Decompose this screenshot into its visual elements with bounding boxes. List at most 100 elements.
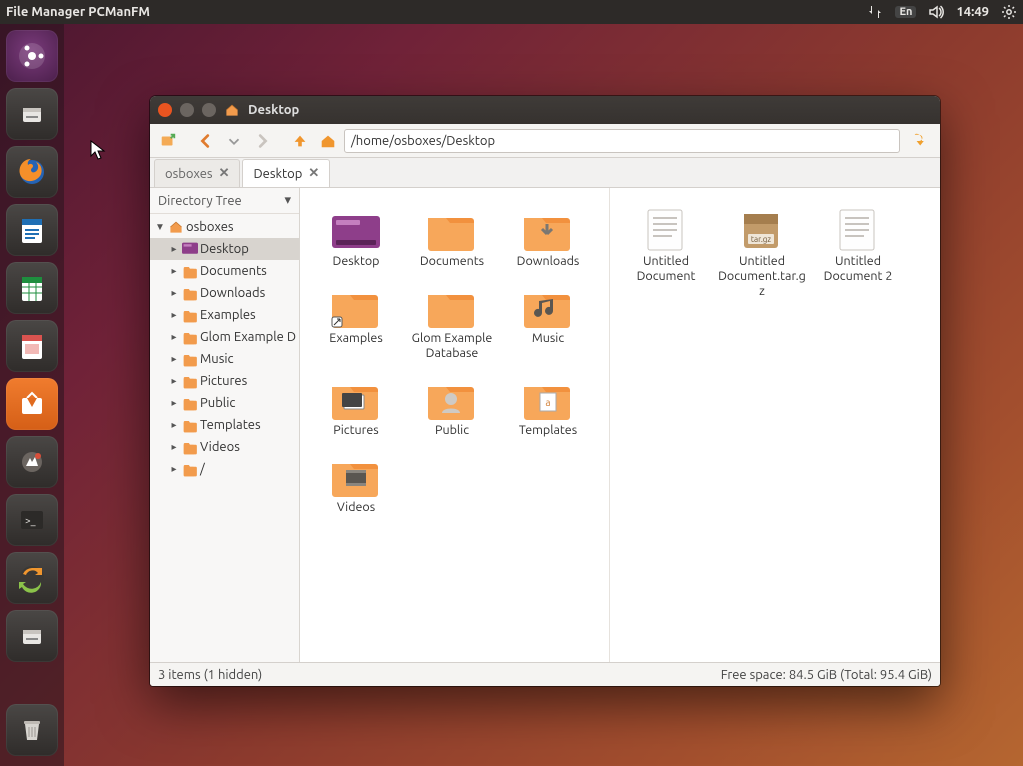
templates-icon: a: [520, 373, 576, 421]
file-item-label: Public: [435, 423, 469, 438]
file-item-videos[interactable]: Videos: [310, 446, 402, 519]
public-icon: [424, 373, 480, 421]
tree-node-music[interactable]: ▸Music: [150, 348, 299, 370]
file-item-label: Music: [532, 331, 564, 346]
tab-osboxes[interactable]: osboxes✕: [154, 159, 240, 187]
file-item-label: Templates: [519, 423, 577, 438]
file-item-music[interactable]: Music: [502, 277, 594, 365]
indicator-area: En 14:49: [867, 4, 1017, 20]
file-item-label: Pictures: [333, 423, 378, 438]
tab-bar: osboxes✕ Desktop ✕: [150, 158, 940, 188]
text-icon: [638, 204, 694, 252]
file-view: Desktop Documents Downloads Examples Glom Ex…: [300, 188, 940, 662]
file-item-glom-example-database[interactable]: Glom Example Database: [406, 277, 498, 365]
status-selection: 3 items (1 hidden): [158, 668, 262, 682]
file-item-label: Examples: [329, 331, 383, 346]
nav-forward-button[interactable]: [250, 129, 274, 153]
file-item-label: Downloads: [517, 254, 580, 269]
file-item-templates[interactable]: a Templates: [502, 369, 594, 442]
close-icon[interactable]: ✕: [219, 166, 230, 181]
file-item-public[interactable]: Public: [406, 369, 498, 442]
downloads-icon: [520, 204, 576, 252]
launcher-files[interactable]: [6, 88, 58, 140]
status-bar: 3 items (1 hidden) Free space: 84.5 GiB …: [150, 662, 940, 686]
tree-node--[interactable]: ▸/: [150, 458, 299, 480]
window-minimize-button[interactable]: [180, 103, 194, 117]
launcher-firefox[interactable]: [6, 146, 58, 198]
videos-icon: [328, 450, 384, 498]
launcher-settings[interactable]: [6, 436, 58, 488]
launcher-software[interactable]: [6, 378, 58, 430]
launcher-impress[interactable]: [6, 320, 58, 372]
launcher-writer[interactable]: [6, 204, 58, 256]
folder-icon: [424, 204, 480, 252]
clock[interactable]: 14:49: [956, 5, 989, 19]
tree-node-examples[interactable]: ▸Examples: [150, 304, 299, 326]
directory-tree: ▼osboxes▸Desktop▸Documents▸Downloads▸Exa…: [150, 214, 299, 662]
archive-icon: [734, 204, 790, 252]
mouse-cursor: [90, 140, 106, 162]
gear-icon[interactable]: [1001, 4, 1017, 20]
launcher-terminal[interactable]: >_: [6, 494, 58, 546]
file-panel-desktop[interactable]: Untitled Document Untitled Document.tar.g…: [610, 188, 940, 662]
file-item-desktop[interactable]: Desktop: [310, 200, 402, 273]
pictures-icon: [328, 373, 384, 421]
new-tab-button[interactable]: [156, 129, 180, 153]
window-maximize-button[interactable]: [202, 103, 216, 117]
sound-icon[interactable]: [928, 4, 944, 20]
nav-home-button[interactable]: [316, 129, 340, 153]
path-input[interactable]: /home/osboxes/Desktop: [344, 129, 900, 153]
file-item-label: Videos: [337, 500, 375, 515]
file-item-untitled-document-2[interactable]: Untitled Document 2: [812, 200, 904, 303]
tree-node-glom-example-d[interactable]: ▸Glom Example D: [150, 326, 299, 348]
file-panel-home[interactable]: Desktop Documents Downloads Examples Glom Ex…: [300, 188, 610, 662]
launcher-trash[interactable]: [6, 704, 58, 756]
launcher: >_: [0, 24, 64, 766]
window-close-button[interactable]: [158, 103, 172, 117]
launcher-dash[interactable]: [6, 30, 58, 82]
file-item-untitled-document-tar-gz[interactable]: Untitled Document.tar.gz: [716, 200, 808, 303]
file-item-pictures[interactable]: Pictures: [310, 369, 402, 442]
tree-node-downloads[interactable]: ▸Downloads: [150, 282, 299, 304]
file-item-documents[interactable]: Documents: [406, 200, 498, 273]
svg-text:a: a: [545, 397, 550, 408]
tree-node-public[interactable]: ▸Public: [150, 392, 299, 414]
desktop-icon: [328, 204, 384, 252]
tree-node-osboxes[interactable]: ▼osboxes: [150, 216, 299, 238]
file-item-examples[interactable]: Examples: [310, 277, 402, 365]
svg-text:>_: >_: [25, 515, 36, 526]
window-titlebar[interactable]: Desktop: [150, 96, 940, 124]
launcher-calc[interactable]: [6, 262, 58, 314]
network-icon[interactable]: [867, 4, 883, 20]
tree-node-pictures[interactable]: ▸Pictures: [150, 370, 299, 392]
launcher-updater[interactable]: [6, 552, 58, 604]
file-item-label: Desktop: [333, 254, 380, 269]
keyboard-layout-indicator[interactable]: En: [895, 6, 916, 18]
file-item-label: Untitled Document 2: [814, 254, 902, 284]
folder-icon: [424, 281, 480, 329]
sidebar-mode-selector[interactable]: Directory Tree ▾: [150, 188, 299, 214]
tab-desktop[interactable]: Desktop ✕: [242, 159, 330, 187]
nav-up-button[interactable]: [288, 129, 312, 153]
file-item-label: Untitled Document.tar.gz: [718, 254, 806, 299]
file-manager-window: Desktop /home/osboxes/Desktop osboxes✕De…: [150, 96, 940, 686]
launcher-pcmanfm[interactable]: [6, 610, 58, 662]
folder-icon: [224, 102, 240, 118]
tree-node-videos[interactable]: ▸Videos: [150, 436, 299, 458]
file-item-untitled-document[interactable]: Untitled Document: [620, 200, 712, 303]
nav-history-button[interactable]: [222, 129, 246, 153]
tab-label: Desktop: [253, 167, 302, 181]
nav-back-button[interactable]: [194, 129, 218, 153]
path-text: /home/osboxes/Desktop: [351, 134, 495, 148]
file-item-downloads[interactable]: Downloads: [502, 200, 594, 273]
file-item-label: Untitled Document: [622, 254, 710, 284]
file-item-label: Documents: [420, 254, 484, 269]
window-title: Desktop: [248, 103, 299, 117]
tree-node-templates[interactable]: ▸Templates: [150, 414, 299, 436]
tree-node-documents[interactable]: ▸Documents: [150, 260, 299, 282]
nav-go-button[interactable]: [910, 129, 934, 153]
tree-node-desktop[interactable]: ▸Desktop: [150, 238, 299, 260]
text-icon: [830, 204, 886, 252]
close-icon[interactable]: ✕: [308, 166, 319, 181]
active-app-title: File Manager PCManFM: [6, 5, 867, 19]
